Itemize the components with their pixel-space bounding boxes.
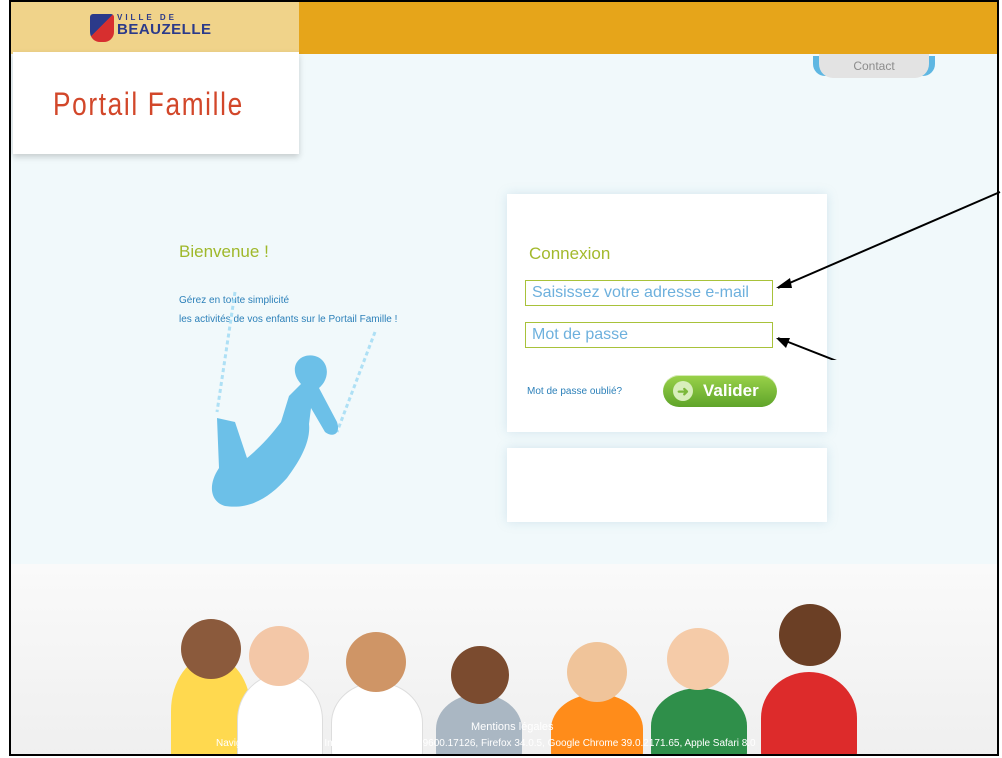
arrow-right-icon: ➜ — [673, 381, 693, 401]
town-logo: VILLE DE BEAUZELLE — [117, 14, 212, 38]
valider-button-label: Valider — [703, 381, 759, 400]
beauzelle-shield-icon — [90, 14, 114, 42]
secondary-panel — [507, 448, 827, 522]
contact-tab[interactable]: Contact — [819, 54, 929, 78]
logo-name-text: BEAUZELLE — [117, 21, 212, 38]
browser-viewport: VILLE DE BEAUZELLE Portail Famille Conta… — [9, 0, 999, 756]
password-field[interactable] — [525, 322, 773, 348]
supported-browsers-text: Navigateurs supportés : Internet Explore… — [216, 738, 756, 749]
welcome-title: Bienvenue ! — [179, 242, 269, 261]
page-title: Portail Famille — [53, 86, 244, 122]
login-title: Connexion — [529, 244, 611, 263]
forgot-password-link[interactable]: Mot de passe oublié? — [527, 386, 622, 397]
swing-illustration — [211, 291, 377, 507]
portal-title-card: Portail Famille — [13, 52, 299, 154]
logo-tab[interactable]: VILLE DE BEAUZELLE — [11, 2, 299, 54]
legal-link[interactable]: Mentions légales — [471, 721, 554, 733]
email-field[interactable] — [525, 280, 773, 306]
valider-button[interactable]: ➜ Valider — [663, 375, 777, 407]
annotation-arrows — [776, 191, 1001, 360]
